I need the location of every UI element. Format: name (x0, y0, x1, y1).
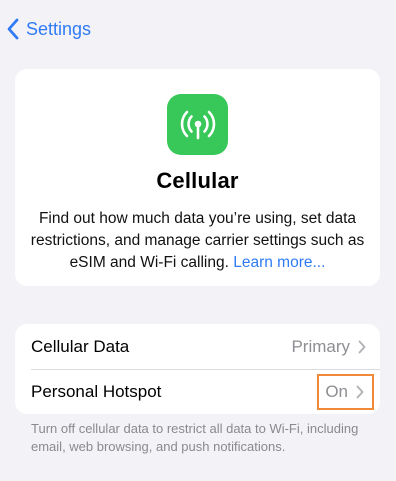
settings-group: Cellular Data Primary Personal Hotspot O… (15, 324, 380, 414)
cellular-settings-page: Settings Cellular Find out how much data… (0, 0, 396, 481)
page-title: Cellular (156, 168, 239, 193)
personal-hotspot-row[interactable]: Personal Hotspot On (15, 369, 380, 414)
chevron-left-icon (7, 18, 19, 40)
learn-more-link[interactable]: Learn more... (233, 254, 325, 271)
back-button-label: Settings (26, 18, 92, 39)
back-button[interactable]: Settings (6, 14, 91, 44)
footer-note: Turn off cellular data to restrict all d… (31, 421, 359, 454)
highlighted-value-box: On (317, 373, 374, 410)
personal-hotspot-value: On (325, 381, 348, 401)
cellular-data-row[interactable]: Cellular Data Primary (15, 324, 380, 369)
row-value: Primary (291, 337, 380, 357)
header-card: Cellular Find out how much data you’re u… (15, 69, 380, 286)
row-label: Cellular Data (31, 336, 130, 356)
page-description: Find out how much data you’re using, set… (29, 208, 367, 274)
chevron-right-icon (356, 385, 364, 398)
cellular-data-value: Primary (291, 336, 350, 356)
chevron-right-icon (358, 340, 366, 353)
cellular-antenna-icon (167, 94, 228, 155)
row-label: Personal Hotspot (31, 381, 162, 401)
